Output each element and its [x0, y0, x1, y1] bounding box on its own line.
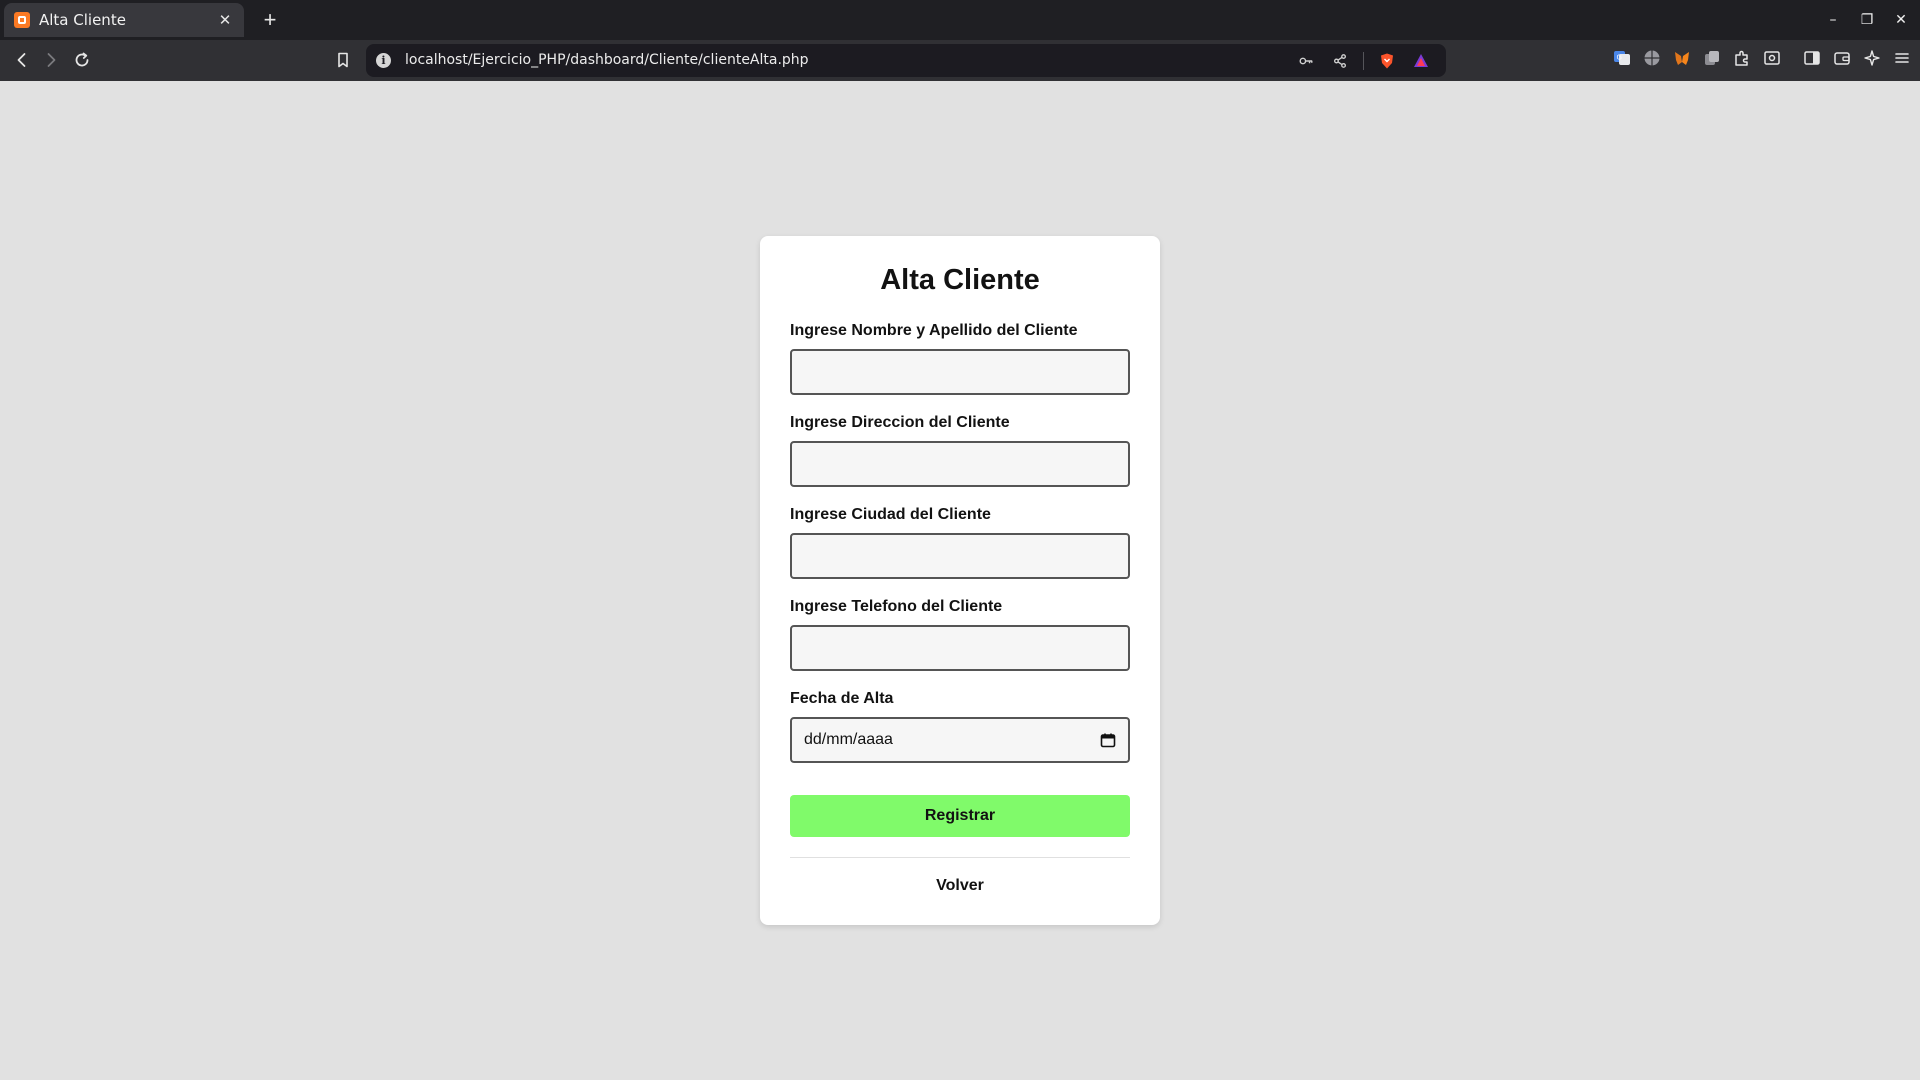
date-input[interactable]: dd/mm/aaaa	[790, 717, 1130, 763]
share-icon[interactable]	[1329, 50, 1351, 72]
translate-extension-icon[interactable]: G	[1612, 48, 1632, 68]
minimize-window-button[interactable]: –	[1826, 9, 1840, 31]
register-button[interactable]: Registrar	[790, 795, 1130, 837]
address-input[interactable]	[790, 441, 1130, 487]
url-text[interactable]: localhost/Ejercicio_PHP/dashboard/Client…	[405, 52, 809, 68]
form-title: Alta Cliente	[880, 264, 1040, 296]
xampp-favicon-icon	[14, 12, 30, 28]
key-icon[interactable]	[1295, 50, 1317, 72]
window-controls: – ❐ ✕	[1826, 9, 1908, 31]
tab-close-icon[interactable]: ✕	[216, 11, 234, 29]
sidebar-toggle-icon[interactable]	[1802, 48, 1822, 68]
leo-ai-icon[interactable]	[1862, 48, 1882, 68]
name-input[interactable]	[790, 349, 1130, 395]
menu-hamburger-icon[interactable]	[1892, 48, 1912, 68]
site-info-icon[interactable]: i	[376, 53, 391, 68]
tab-title: Alta Cliente	[39, 11, 126, 29]
copy-extension-icon[interactable]	[1702, 48, 1722, 68]
address-bar-separator	[1363, 52, 1364, 70]
globe-extension-icon[interactable]	[1642, 48, 1662, 68]
svg-text:G: G	[1617, 54, 1622, 62]
phone-label: Ingrese Telefono del Cliente	[790, 598, 1003, 615]
date-placeholder: dd/mm/aaaa	[804, 731, 893, 748]
extensions-puzzle-icon[interactable]	[1732, 48, 1752, 68]
divider	[790, 857, 1130, 858]
calendar-icon[interactable]	[1100, 732, 1116, 748]
browser-toolbar: i localhost/Ejercicio_PHP/dashboard/Clie…	[0, 40, 1920, 81]
brave-shields-icon[interactable]	[1376, 50, 1398, 72]
browser-tab-active[interactable]: Alta Cliente ✕	[4, 3, 244, 37]
client-registration-card: Alta Cliente Ingrese Nombre y Apellido d…	[760, 236, 1160, 925]
back-link[interactable]: Volver	[760, 877, 1160, 895]
back-arrow-icon[interactable]	[9, 47, 35, 73]
extensions-area: G	[1612, 48, 1912, 68]
bookmark-icon[interactable]	[330, 47, 356, 73]
wallet-icon[interactable]	[1832, 48, 1852, 68]
name-label: Ingrese Nombre y Apellido del Cliente	[790, 322, 1078, 339]
close-window-button[interactable]: ✕	[1894, 9, 1908, 31]
maximize-window-button[interactable]: ❐	[1860, 9, 1874, 31]
screenshot-extension-icon[interactable]	[1762, 48, 1782, 68]
phone-input[interactable]	[790, 625, 1130, 671]
address-bar[interactable]: i localhost/Ejercicio_PHP/dashboard/Clie…	[366, 44, 1446, 77]
new-tab-button[interactable]: +	[256, 6, 284, 34]
metamask-extension-icon[interactable]	[1672, 48, 1692, 68]
date-label: Fecha de Alta	[790, 690, 894, 707]
city-label: Ingrese Ciudad del Cliente	[790, 506, 991, 523]
address-label: Ingrese Direccion del Cliente	[790, 414, 1010, 431]
brave-rewards-icon[interactable]	[1410, 50, 1432, 72]
browser-tab-bar: Alta Cliente ✕ + – ❐ ✕	[0, 0, 1920, 40]
address-bar-actions	[1295, 50, 1432, 72]
forward-arrow-icon[interactable]	[38, 47, 64, 73]
city-input[interactable]	[790, 533, 1130, 579]
reload-icon[interactable]	[69, 47, 95, 73]
